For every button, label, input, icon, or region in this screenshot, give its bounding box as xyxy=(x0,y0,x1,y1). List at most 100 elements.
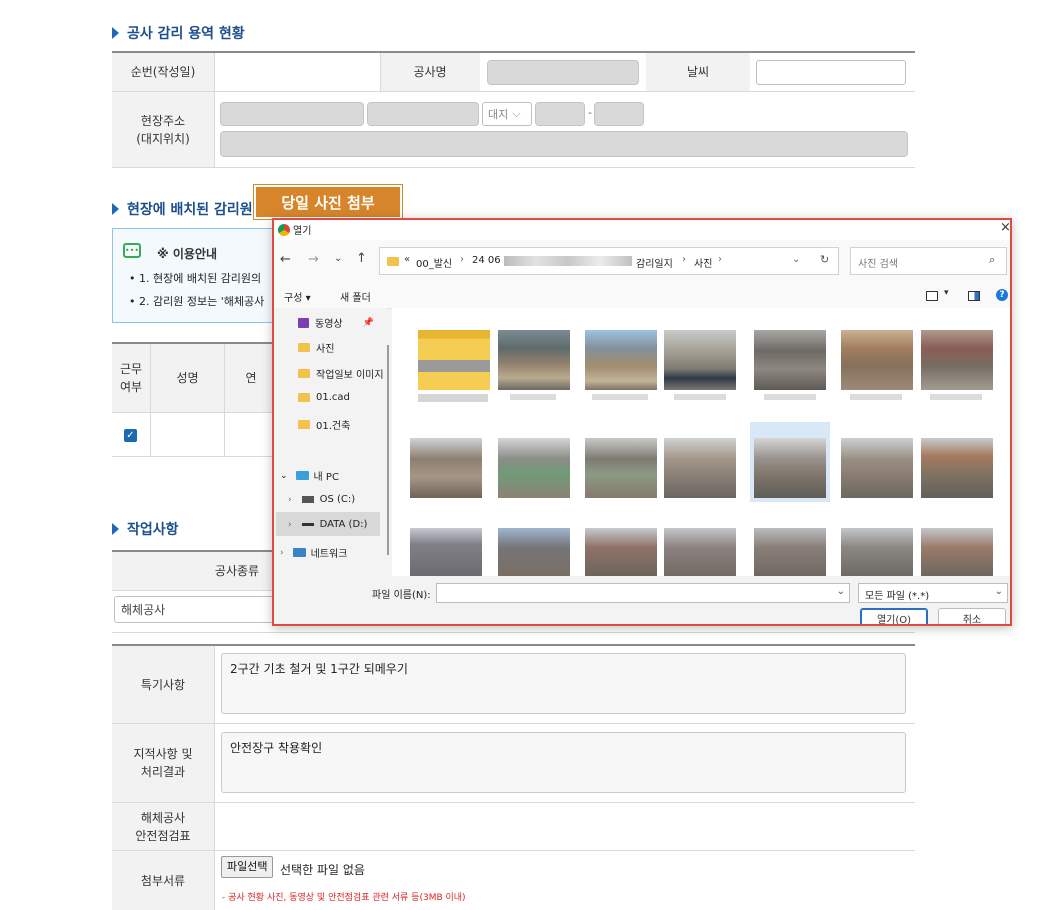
order-date-label: 순번(작성일) xyxy=(112,53,214,91)
computer-icon xyxy=(295,471,309,480)
weather-input[interactable] xyxy=(756,60,906,85)
attachments-label: 첨부서류 xyxy=(112,851,214,910)
photo-thumbnail[interactable] xyxy=(921,438,993,498)
nav-scrollbar[interactable] xyxy=(387,345,389,555)
section-title-supervisors: 현장에 배치된 감리원 xyxy=(112,199,253,219)
new-folder-button[interactable]: 새 폴더 xyxy=(340,289,371,304)
photo-thumbnail[interactable] xyxy=(921,330,993,390)
refresh-icon[interactable]: ↻ xyxy=(820,253,829,266)
preview-pane-icon[interactable] xyxy=(968,291,980,301)
address-bar[interactable]: « 00_발신 › 24 06 감리일지 › 사진 › ⌄ ↻ xyxy=(379,247,839,275)
up-arrow-icon[interactable]: ↑ xyxy=(356,251,367,266)
work-status-checkbox[interactable]: ✓ xyxy=(124,429,137,442)
video-icon xyxy=(298,317,309,328)
search-icon: ⌕ xyxy=(989,253,996,266)
attachment-note: - 공사 현황 사진, 동영상 및 안전점검표 관련 서류 등(3MB 이내) xyxy=(222,893,466,903)
organize-menu[interactable]: 구성 ▾ xyxy=(284,289,311,304)
name-header: 성명 xyxy=(151,344,224,412)
chat-icon: ••• xyxy=(123,243,141,258)
photo-thumbnail[interactable] xyxy=(498,528,570,576)
recent-dropdown-icon[interactable]: ⌄ xyxy=(334,253,342,264)
work-status-header: 근무 여부 xyxy=(112,344,150,412)
no-file-text: 선택한 파일 없음 xyxy=(280,863,365,877)
nav-item-os-drive[interactable]: › OS (C:) xyxy=(288,494,355,505)
path-dropdown-icon[interactable]: ⌄ xyxy=(792,254,800,265)
dialog-close-button[interactable]: × xyxy=(1000,220,1010,235)
remarks-textarea[interactable]: 안전장구 착용확인 xyxy=(221,732,906,793)
project-name-field[interactable] xyxy=(487,60,639,85)
drive-icon xyxy=(301,523,314,526)
address-city-field[interactable] xyxy=(220,102,364,126)
weather-label: 날씨 xyxy=(646,53,750,91)
nav-item-network[interactable]: › 네트워크 xyxy=(280,545,347,561)
file-select-button[interactable]: 파일선택 xyxy=(221,856,274,878)
network-icon xyxy=(292,548,306,557)
file-open-dialog: 열기 × ← → ⌄ ↑ « 00_발신 › 24 06 감리일지 › 사진 ›… xyxy=(272,218,1012,626)
chevron-down-icon: ⌄ xyxy=(280,470,288,481)
photo-thumbnail[interactable] xyxy=(498,438,570,498)
triangle-bullet-icon xyxy=(112,27,119,39)
address-district-field[interactable] xyxy=(367,102,479,126)
remarks-label: 지적사항 및 처리결과 xyxy=(112,724,214,802)
chevron-down-icon: ⌄ xyxy=(836,586,845,597)
photo-thumbnail[interactable] xyxy=(585,330,657,390)
photo-thumbnail[interactable] xyxy=(664,330,736,390)
view-dropdown-icon[interactable]: ▾ xyxy=(944,288,949,298)
photo-thumbnail[interactable] xyxy=(585,528,657,576)
filetype-select[interactable]: 모든 파일 (*.*) ⌄ xyxy=(858,583,1008,603)
site-address-label: 현장주소 (대지위치) xyxy=(112,92,214,167)
photo-thumbnail[interactable] xyxy=(754,438,826,498)
chevron-right-icon: › xyxy=(288,519,292,530)
work-type-select[interactable]: 해체공사 xyxy=(114,596,274,623)
photo-thumbnail[interactable] xyxy=(498,330,570,390)
forward-arrow-icon[interactable]: → xyxy=(308,252,319,267)
nav-item-photos[interactable]: 사진 xyxy=(298,340,334,355)
blurred-caption xyxy=(764,394,816,400)
help-icon[interactable]: ? xyxy=(996,289,1008,301)
partial-header: 연 xyxy=(225,344,277,412)
photo-thumbnail[interactable] xyxy=(921,528,993,576)
special-notes-textarea[interactable]: 2구간 기초 철거 및 1구간 되메우기 xyxy=(221,653,906,714)
blurred-caption xyxy=(930,394,982,400)
photo-thumbnail[interactable] xyxy=(410,528,482,576)
filename-input[interactable]: ⌄ xyxy=(436,583,850,603)
photo-thumbnail[interactable] xyxy=(410,438,482,498)
address-detail-field[interactable] xyxy=(220,131,908,157)
open-button[interactable]: 열기(O) xyxy=(860,608,928,624)
lot-dash: - xyxy=(588,106,592,119)
chevron-down-icon: ⌵ xyxy=(512,107,521,120)
nav-item-worklog[interactable]: 작업일보 이미지 xyxy=(298,366,384,381)
pin-icon: 📌 xyxy=(362,317,374,328)
search-box[interactable]: 사진 검색 ⌕ xyxy=(850,247,1007,275)
chevron-down-icon: ⌄ xyxy=(994,586,1003,597)
folder-icon xyxy=(298,393,310,402)
nav-item-building[interactable]: 01.건축 xyxy=(298,417,350,432)
notice-line-2: • 2. 감리원 정보는 '해체공사 xyxy=(129,295,265,308)
nav-item-cad[interactable]: 01.cad xyxy=(298,392,350,403)
lot-type-select[interactable]: 대지 ⌵ xyxy=(482,102,532,126)
nav-item-video[interactable]: 동영상 📌 xyxy=(298,315,374,330)
cancel-button[interactable]: 취소 xyxy=(938,608,1006,624)
photo-thumbnail[interactable] xyxy=(664,438,736,498)
nav-item-data-drive[interactable]: › DATA (D:) xyxy=(288,519,367,530)
photo-thumbnail[interactable] xyxy=(754,330,826,390)
photo-thumbnail[interactable] xyxy=(841,330,913,390)
photo-thumbnail[interactable] xyxy=(841,528,913,576)
blurred-caption xyxy=(418,394,488,402)
triangle-bullet-icon xyxy=(112,523,119,535)
notice-line-1: • 1. 현장에 배치된 감리원의 xyxy=(129,272,262,285)
photo-thumbnail[interactable] xyxy=(585,438,657,498)
photo-thumbnail[interactable] xyxy=(841,438,913,498)
photo-thumbnail[interactable] xyxy=(754,528,826,576)
nav-item-mypc[interactable]: ⌄ 내 PC xyxy=(280,468,339,484)
folder-icon xyxy=(298,420,310,429)
blurred-caption xyxy=(510,394,556,400)
lot-sub-number-field[interactable] xyxy=(594,102,644,126)
chrome-icon xyxy=(277,223,291,237)
back-arrow-icon[interactable]: ← xyxy=(280,252,291,267)
folder-thumbnail[interactable] xyxy=(418,330,490,390)
photo-thumbnail[interactable] xyxy=(664,528,736,576)
lot-main-number-field[interactable] xyxy=(535,102,585,126)
view-options-icon[interactable] xyxy=(926,291,938,301)
dialog-title: 열기 xyxy=(293,226,312,237)
